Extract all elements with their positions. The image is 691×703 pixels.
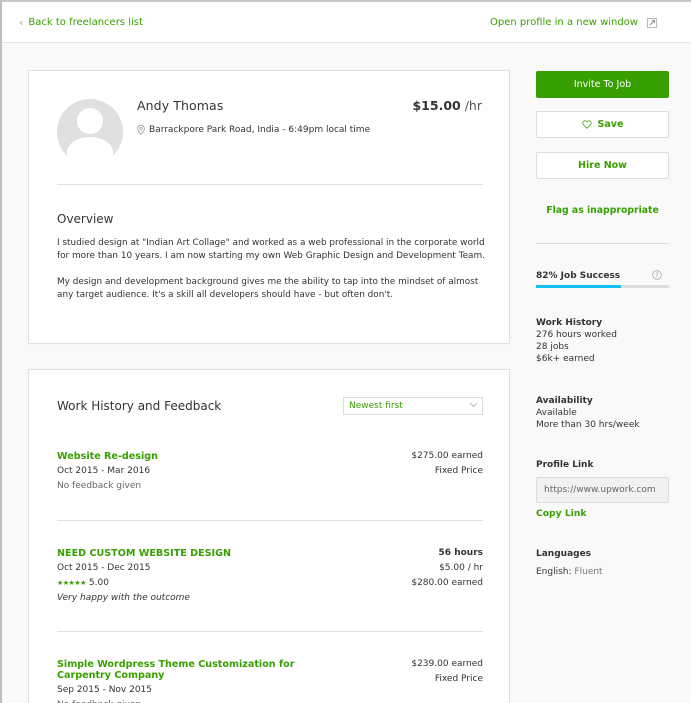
job-title-link[interactable]: Website Re-design <box>57 451 317 462</box>
overview-paragraph: I studied design at "Indian Art Collage"… <box>57 238 485 261</box>
job-earned: $239.00 earned <box>411 659 483 669</box>
profile-divider <box>57 184 483 185</box>
flag-inappropriate-link[interactable]: Flag as inappropriate <box>536 205 669 216</box>
overview-paragraph: My design and development background giv… <box>57 277 479 300</box>
job-success-label: 82% Job Success <box>536 271 621 281</box>
save-label: Save <box>597 119 624 130</box>
avatar-body-shape <box>67 137 113 165</box>
open-link-label: Open profile in a new window <box>490 17 639 28</box>
external-link-icon <box>647 17 657 28</box>
hire-now-button[interactable]: Hire Now <box>536 152 669 179</box>
heart-icon <box>581 120 592 129</box>
job-title-link[interactable]: Simple Wordpress Theme Customization for… <box>57 659 317 681</box>
availability-heading: Availability <box>536 396 593 406</box>
job-hours: 56 hours <box>438 548 483 558</box>
work-history-summary: Work History 276 hours worked 28 jobs $6… <box>536 317 617 365</box>
profile-link-heading: Profile Link <box>536 460 594 470</box>
job-comment: Very happy with the outcome <box>57 593 190 603</box>
job-type: Fixed Price <box>434 674 483 684</box>
jobs-count: 28 jobs <box>536 342 569 352</box>
job-item: NEED CUSTOM WEBSITE DESIGN Oct 2015 - De… <box>57 548 483 603</box>
language-level: Fluent <box>574 567 603 577</box>
star-rating-icon: ★★★★★ <box>57 579 86 587</box>
open-profile-new-window-link[interactable]: Open profile in a new window <box>490 17 657 28</box>
job-success-bar <box>536 285 669 288</box>
overview-heading: Overview <box>57 212 114 226</box>
sort-dropdown[interactable]: Newest first <box>343 397 483 415</box>
sidebar-divider <box>536 243 669 244</box>
location-pin-icon <box>137 125 145 135</box>
job-earnings: $239.00 earned Fixed Price <box>411 659 483 689</box>
hours-worked: 276 hours worked <box>536 330 617 340</box>
job-earnings: $275.00 earned Fixed Price <box>411 451 483 481</box>
job-earned: $280.00 earned <box>411 578 483 588</box>
back-to-freelancers-link[interactable]: ‹ Back to freelancers list <box>19 15 143 29</box>
job-item: Simple Wordpress Theme Customization for… <box>57 659 483 703</box>
language-name: English: <box>536 567 572 577</box>
languages-section: Languages English: Fluent <box>536 548 603 578</box>
rating-value: 5.00 <box>88 578 109 588</box>
window-left-border <box>0 0 2 703</box>
job-success-bar-fill <box>536 285 622 288</box>
availability-status: Available <box>536 408 577 418</box>
back-link-label: Back to freelancers list <box>28 17 143 28</box>
sort-selected-value: Newest first <box>349 401 403 411</box>
availability-hours: More than 30 hrs/week <box>536 420 640 430</box>
save-button[interactable]: Save <box>536 111 669 138</box>
job-earned: $275.00 earned <box>411 451 483 461</box>
profile-card: Andy Thomas $15.00 /hr Barrackpore Park … <box>28 70 510 344</box>
overview-text: I studied design at "Indian Art Collage"… <box>57 237 489 302</box>
languages-heading: Languages <box>536 549 592 559</box>
location-text: Barrackpore Park Road, India - 6:49pm lo… <box>149 125 371 135</box>
copy-link-button[interactable]: Copy Link <box>536 508 586 519</box>
top-bar: ‹ Back to freelancers list Open profile … <box>2 2 691 43</box>
language-entry: English: Fluent <box>536 566 603 578</box>
job-feedback: No feedback given <box>57 481 142 491</box>
freelancer-name: Andy Thomas <box>137 98 224 113</box>
hire-label: Hire Now <box>578 160 627 171</box>
profile-link-section: Profile Link <box>536 459 593 471</box>
hourly-rate: $15.00 /hr <box>412 98 482 113</box>
location: Barrackpore Park Road, India - 6:49pm lo… <box>137 125 370 135</box>
invite-to-job-button[interactable]: Invite To Job <box>536 71 669 98</box>
help-icon[interactable]: ? <box>652 270 662 280</box>
availability-section: Availability Available More than 30 hrs/… <box>536 395 640 431</box>
job-divider <box>57 520 483 521</box>
job-divider <box>57 631 483 632</box>
work-history-heading: Work History and Feedback <box>57 399 222 413</box>
job-title-link[interactable]: NEED CUSTOM WEBSITE DESIGN <box>57 548 317 559</box>
work-history-summary-heading: Work History <box>536 318 603 328</box>
job-rate: $5.00 / hr <box>439 563 483 573</box>
svg-text:?: ? <box>655 272 658 279</box>
total-earned: $6k+ earned <box>536 354 595 364</box>
work-history-card: Work History and Feedback Newest first W… <box>28 369 510 703</box>
job-type: Fixed Price <box>434 466 483 476</box>
chevron-down-icon <box>469 402 478 408</box>
job-earnings: 56 hours $5.00 / hr $280.00 earned <box>411 548 483 593</box>
rate-unit: /hr <box>464 98 482 113</box>
avatar-head-shape <box>77 108 103 134</box>
profile-link-field[interactable]: https://www.upwork.com <box>536 477 669 503</box>
avatar <box>57 99 123 165</box>
chevron-left-icon: ‹ <box>19 15 24 29</box>
job-item: Website Re-design Oct 2015 - Mar 2016 No… <box>57 451 483 491</box>
rate-amount: $15.00 <box>412 98 461 113</box>
